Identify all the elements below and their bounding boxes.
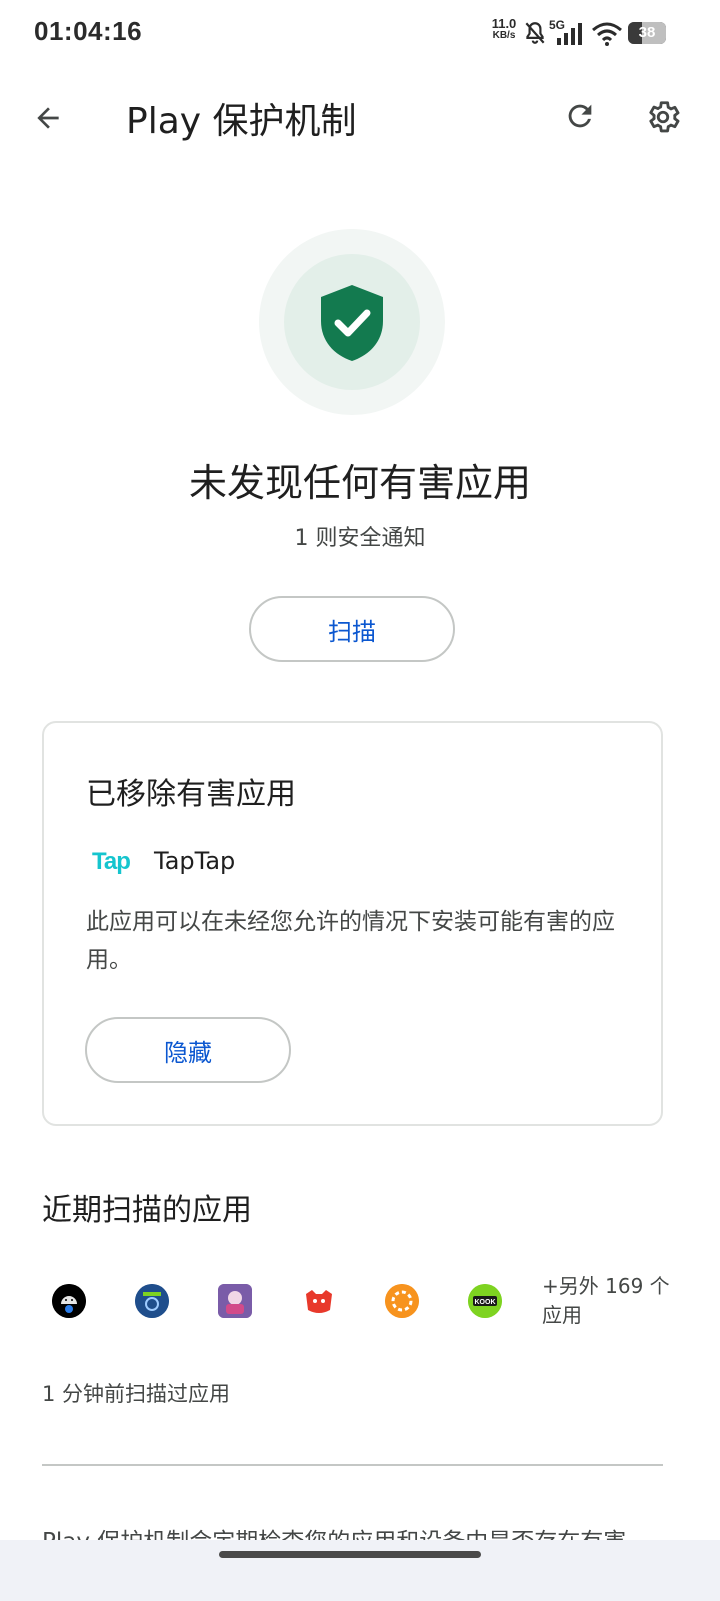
refresh-icon (568, 104, 592, 128)
settings-button[interactable] (636, 90, 690, 144)
play-protect-screen: 01:04:16 11.0 KB/s 5G 38 Play 保护机制 未发现任何… (0, 0, 720, 1601)
navigation-gesture-area (0, 1540, 720, 1601)
kook-app-icon: KOOK (468, 1284, 502, 1318)
android-settings-app-icon (52, 1284, 86, 1318)
home-gesture-handle[interactable] (219, 1551, 481, 1558)
security-notice-count: 1 则安全通知 (294, 526, 426, 551)
status-bar: 01:04:16 11.0 KB/s 5G 38 (0, 0, 720, 70)
orange-app-icon (385, 1284, 419, 1318)
svg-text:KOOK: KOOK (475, 1299, 496, 1306)
battery-percent: 38 (638, 24, 656, 41)
shield-check-icon (321, 285, 383, 361)
divider (42, 1464, 663, 1466)
scan-result-title: 未发现任何有害应用 (188, 461, 531, 505)
network-speed-unit: KB/s (492, 30, 516, 41)
more-apps-count: +另外 169 个应用 (542, 1274, 670, 1327)
battery-icon: 38 (628, 22, 666, 44)
gear-icon (649, 101, 680, 133)
signal-icon (557, 23, 582, 45)
app-bar: Play 保护机制 (0, 80, 720, 152)
removed-app-name: TapTap (154, 847, 236, 875)
last-scan-time: 1 分钟前扫描过应用 (42, 1382, 231, 1406)
back-button[interactable] (22, 92, 74, 144)
red-app-icon (302, 1284, 336, 1318)
wifi-icon (592, 22, 622, 46)
hide-button[interactable]: 隐藏 (85, 1017, 291, 1083)
status-time: 01:04:16 (34, 16, 143, 46)
scan-button[interactable]: 扫描 (249, 596, 455, 662)
network-speed-value: 11.0 (491, 16, 517, 31)
removed-app-description: 此应用可以在未经您允许的情况下安装可能有害的应用。 (86, 909, 615, 973)
anime-game-app-icon (218, 1284, 252, 1318)
network-speed: 11.0 KB/s (488, 16, 520, 42)
page-title: Play 保护机制 (126, 101, 357, 142)
back-arrow-icon (37, 107, 59, 129)
removed-harmful-app-card: 已移除有害应用 Tap TapTap 此应用可以在未经您允许的情况下安装可能有害… (42, 721, 663, 1126)
blue-app-icon (135, 1284, 169, 1318)
refresh-button[interactable] (554, 90, 606, 142)
card-title: 已移除有害应用 (86, 777, 296, 812)
taptap-app-icon: Tap (92, 848, 131, 875)
recent-apps-title: 近期扫描的应用 (42, 1193, 252, 1228)
mute-bell-icon (525, 22, 545, 44)
